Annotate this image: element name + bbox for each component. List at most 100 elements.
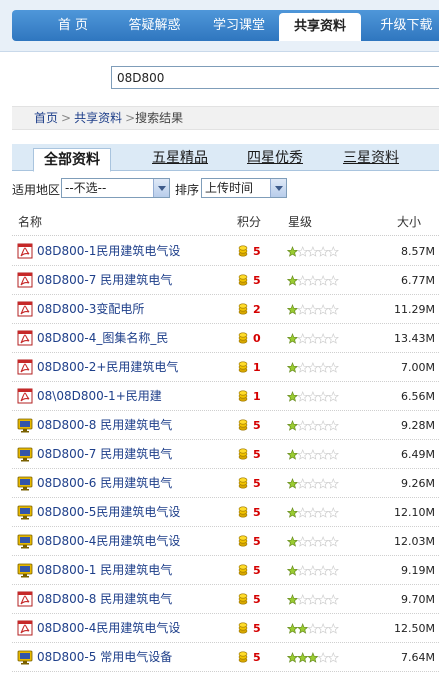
monitor-icon: [17, 504, 33, 520]
header-rating: 星级: [288, 215, 313, 229]
file-size: 9.28M: [401, 419, 435, 432]
file-name-link[interactable]: 08D800-5民用建筑电气设: [37, 498, 232, 527]
table-row: 08D800-8 民用建筑电气 5 9.28M: [12, 411, 439, 440]
star-icon: [317, 594, 329, 605]
table-row: 08\08D800-1+民用建 1 6.56M: [12, 382, 439, 411]
file-name-link[interactable]: 08D800-6 民用建筑电气: [37, 469, 232, 498]
star-icon: [317, 362, 329, 373]
star-icon: [307, 391, 319, 402]
breadcrumb-separator: >: [61, 111, 72, 125]
star-icon: [297, 304, 309, 315]
tab-three-star[interactable]: 三星资料: [336, 147, 406, 170]
points-value: 5: [253, 506, 261, 519]
file-name-link[interactable]: 08D800-7 民用建筑电气: [37, 440, 232, 469]
points-value: 1: [253, 361, 261, 374]
table-row: 08D800-1民用建筑电气设 5 8.57M: [12, 237, 439, 266]
star-icon: [327, 275, 339, 286]
star-rating: [286, 420, 339, 432]
nav-tab-qa[interactable]: 答疑解惑: [112, 10, 197, 41]
file-name-link[interactable]: 08\08D800-1+民用建: [37, 382, 232, 411]
coin-icon: [238, 593, 248, 605]
points-value: 5: [253, 274, 261, 287]
star-icon: [286, 565, 299, 576]
star-icon: [307, 623, 319, 634]
star-icon: [317, 391, 329, 402]
file-name-link[interactable]: 08D800-7 民用建筑电气: [37, 266, 232, 295]
breadcrumb-shared[interactable]: 共享资料: [74, 111, 122, 125]
tab-four-star[interactable]: 四星优秀: [240, 147, 310, 170]
star-icon: [307, 304, 319, 315]
file-size: 9.70M: [401, 593, 435, 606]
star-icon: [307, 449, 319, 460]
points-value: 5: [253, 419, 261, 432]
table-row: 08D800-7 民用建筑电气 5 6.77M: [12, 266, 439, 295]
search-input[interactable]: [111, 66, 439, 89]
star-icon: [317, 246, 329, 257]
file-size: 9.19M: [401, 564, 435, 577]
file-name-link[interactable]: 08D800-8 民用建筑电气: [37, 585, 232, 614]
top-nav: 首 页 答疑解惑 学习课堂 共享资料 升级下载: [0, 0, 439, 52]
star-icon: [327, 565, 339, 576]
star-icon: [286, 507, 299, 518]
file-name-link[interactable]: 08D800-4民用建筑电气设: [37, 614, 232, 643]
star-icon: [307, 565, 319, 576]
star-icon: [286, 246, 299, 257]
star-icon: [297, 623, 309, 634]
star-icon: [286, 391, 299, 402]
star-icon: [317, 478, 329, 489]
monitor-icon: [17, 533, 33, 549]
star-icon: [297, 391, 309, 402]
dropdown-arrow-icon[interactable]: [270, 179, 286, 197]
file-name-link[interactable]: 08D800-5 常用电气设备: [37, 643, 232, 672]
file-name-link[interactable]: 08D800-1 民用建筑电气: [37, 556, 232, 585]
star-icon: [317, 652, 329, 663]
file-name-link[interactable]: 08D800-4民用建筑电气设: [37, 527, 232, 556]
star-icon: [327, 333, 339, 344]
breadcrumb: 首页 > 共享资料 >搜索结果: [12, 106, 439, 130]
star-icon: [297, 565, 309, 576]
star-rating: [286, 507, 339, 519]
coin-icon: [238, 274, 248, 286]
pdf-icon: [17, 243, 33, 259]
star-icon: [317, 449, 329, 460]
coin-icon: [238, 651, 248, 663]
star-icon: [307, 507, 319, 518]
star-icon: [327, 391, 339, 402]
coin-icon: [238, 477, 248, 489]
file-name-link[interactable]: 08D800-2+民用建筑电气: [37, 353, 232, 382]
dropdown-arrow-icon[interactable]: [153, 179, 169, 197]
star-icon: [286, 420, 299, 431]
file-name-link[interactable]: 08D800-8 民用建筑电气: [37, 411, 232, 440]
nav-tab-shared[interactable]: 共享资料: [279, 13, 361, 41]
star-icon: [297, 362, 309, 373]
star-icon: [286, 362, 299, 373]
region-label: 适用地区: [12, 183, 61, 197]
star-icon: [327, 304, 339, 315]
nav-tab-classroom[interactable]: 学习课堂: [197, 10, 281, 41]
header-points: 积分: [237, 215, 262, 229]
file-name-link[interactable]: 08D800-1民用建筑电气设: [37, 237, 232, 266]
file-size: 7.64M: [401, 651, 435, 664]
star-icon: [286, 478, 299, 489]
file-name-link[interactable]: 08D800-3变配电所: [37, 295, 232, 324]
star-icon: [327, 594, 339, 605]
pdf-icon: [17, 620, 33, 636]
region-select[interactable]: --不选--: [61, 178, 170, 198]
tab-all[interactable]: 全部资料: [33, 148, 111, 172]
tab-five-star[interactable]: 五星精品: [145, 147, 215, 170]
star-icon: [327, 536, 339, 547]
star-icon: [317, 623, 329, 634]
nav-tab-home[interactable]: 首 页: [34, 10, 112, 41]
star-icon: [327, 420, 339, 431]
star-icon: [286, 536, 299, 547]
breadcrumb-separator: >: [125, 111, 136, 125]
monitor-icon: [17, 475, 33, 491]
nav-tab-download[interactable]: 升级下载: [369, 10, 439, 41]
star-icon: [327, 449, 339, 460]
sort-select[interactable]: 上传时间: [201, 178, 287, 198]
filter-tabs: 全部资料 五星精品 四星优秀 三星资料: [12, 144, 439, 172]
breadcrumb-home[interactable]: 首页: [34, 111, 58, 125]
table-row: 08D800-4_图集名称_民 0 13.43M: [12, 324, 439, 353]
file-name-link[interactable]: 08D800-4_图集名称_民: [37, 324, 232, 353]
points-value: 5: [253, 477, 261, 490]
